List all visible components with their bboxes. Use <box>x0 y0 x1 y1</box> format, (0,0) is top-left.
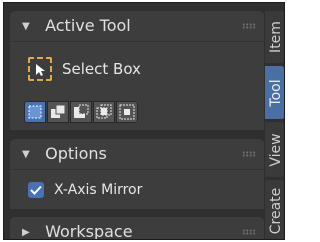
drag-handle-icon[interactable] <box>242 151 256 157</box>
sidebar-frame: ▼ Active Tool Select Box ▼ Options X-Axi… <box>3 2 285 240</box>
mode-extend-button[interactable] <box>47 101 69 123</box>
collapsed-arrow-icon: ▶ <box>22 227 30 238</box>
tab-item-label: Item <box>267 21 284 53</box>
active-tool-panel-title: Active Tool <box>45 16 131 35</box>
tab-view[interactable]: View <box>265 122 284 177</box>
mode-extend-icon <box>51 104 66 118</box>
active-tool-row[interactable]: Select Box <box>28 55 141 83</box>
drag-handle-icon[interactable] <box>242 23 256 29</box>
mode-set-icon <box>28 105 42 119</box>
tab-tool-label: Tool <box>267 78 284 107</box>
options-panel-body: X-Axis Mirror <box>10 169 264 209</box>
drag-handle-icon[interactable] <box>242 229 256 235</box>
workspace-panel-header[interactable]: ▶ Workspace <box>10 217 264 240</box>
select-box-icon <box>28 57 52 81</box>
tab-tool[interactable]: Tool <box>265 66 284 119</box>
active-tool-panel-header[interactable]: ▼ Active Tool <box>10 11 264 41</box>
sidebar-tabs: Item Tool View Create <box>265 11 284 239</box>
mode-set-button[interactable] <box>24 101 46 123</box>
tab-create[interactable]: Create <box>265 180 284 239</box>
active-tool-name: Select Box <box>62 60 141 78</box>
mode-intersect-icon <box>96 104 112 119</box>
x-axis-mirror-label: X-Axis Mirror <box>54 182 143 198</box>
mode-difference-icon <box>119 104 135 120</box>
active-tool-panel-body: Select Box <box>10 41 264 130</box>
expand-arrow-icon: ▼ <box>22 149 30 160</box>
mode-difference-button[interactable] <box>116 101 138 123</box>
sidebar-panels: ▼ Active Tool Select Box ▼ Options X-Axi… <box>10 11 264 240</box>
tab-create-label: Create <box>267 187 284 234</box>
options-panel-header[interactable]: ▼ Options <box>10 139 264 169</box>
x-axis-mirror-checkbox[interactable] <box>28 182 44 198</box>
tab-view-label: View <box>267 132 284 167</box>
expand-arrow-icon: ▼ <box>22 21 30 32</box>
mode-subtract-icon <box>74 104 89 118</box>
workspace-panel-title: Workspace <box>45 222 133 240</box>
tab-item[interactable]: Item <box>265 11 284 63</box>
mode-subtract-button[interactable] <box>70 101 92 123</box>
selection-mode-group <box>24 101 138 123</box>
x-axis-mirror-row[interactable]: X-Axis Mirror <box>28 182 142 198</box>
options-panel-title: Options <box>45 144 107 163</box>
mode-intersect-button[interactable] <box>93 101 115 123</box>
checkmark-icon <box>30 185 42 195</box>
